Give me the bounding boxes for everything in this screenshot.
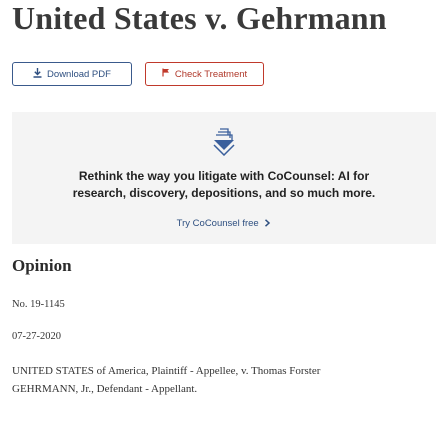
docket-number: No. 19-1145 xyxy=(12,299,65,310)
download-pdf-button[interactable]: Download PDF xyxy=(12,62,132,86)
flag-icon xyxy=(162,68,170,80)
download-pdf-label: Download PDF xyxy=(47,68,111,80)
promo-message: Rethink the way you litigate with CoCoun… xyxy=(72,169,376,200)
check-treatment-button[interactable]: Check Treatment xyxy=(145,62,264,86)
layers-logo-icon xyxy=(212,126,236,157)
download-icon xyxy=(33,67,42,81)
page-title: United States v. Gehrmann xyxy=(12,0,387,36)
case-parties: UNITED STATES of America, Plaintiff - Ap… xyxy=(12,365,321,395)
chevron-right-icon xyxy=(261,218,271,229)
opinion-heading: Opinion xyxy=(12,256,72,275)
check-treatment-label: Check Treatment xyxy=(174,68,248,80)
try-cocounsel-link[interactable]: Try CoCounsel free xyxy=(12,218,436,229)
decision-date: 07-27-2020 xyxy=(12,331,61,342)
cocounsel-promo-banner: Rethink the way you litigate with CoCoun… xyxy=(12,112,436,244)
